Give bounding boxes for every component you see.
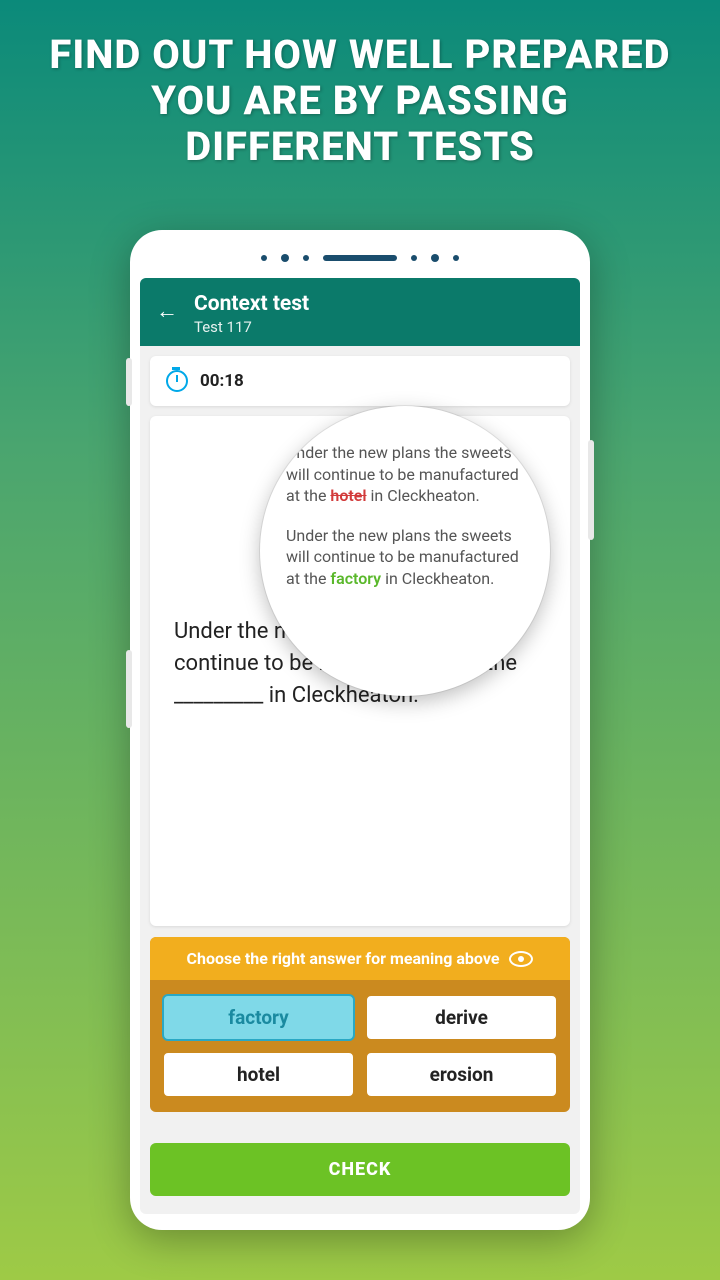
eye-icon[interactable] bbox=[509, 951, 533, 967]
magnifier-right-example: Under the new plans the sweets will cont… bbox=[286, 525, 524, 590]
option-factory[interactable]: factory bbox=[162, 994, 355, 1041]
wrong-word: hotel bbox=[330, 486, 366, 505]
options-grid: factory derive hotel erosion bbox=[150, 980, 570, 1112]
app-header: ← Context test Test 117 bbox=[140, 278, 580, 346]
phone-side-button bbox=[126, 650, 132, 728]
magnifier-overlay: Under the new plans the sweets will cont… bbox=[260, 406, 550, 696]
timer-card: 00:18 bbox=[150, 356, 570, 406]
stopwatch-icon bbox=[166, 370, 188, 392]
answer-prompt-bar: Choose the right answer for meaning abov… bbox=[150, 937, 570, 980]
back-arrow-icon[interactable]: ← bbox=[156, 298, 178, 324]
header-subtitle: Test 117 bbox=[194, 318, 309, 336]
phone-mockup: ← Context test Test 117 00:18 Under the … bbox=[130, 230, 590, 1230]
phone-side-button bbox=[126, 358, 132, 406]
right-word: factory bbox=[330, 569, 381, 588]
answer-prompt: Choose the right answer for meaning abov… bbox=[187, 949, 500, 968]
phone-screen: ← Context test Test 117 00:18 Under the … bbox=[140, 278, 580, 1214]
magnifier-wrong-example: Under the new plans the sweets will cont… bbox=[286, 442, 524, 507]
answer-section: Choose the right answer for meaning abov… bbox=[150, 937, 570, 1112]
option-derive[interactable]: derive bbox=[365, 994, 558, 1041]
phone-side-button bbox=[588, 440, 594, 540]
check-button[interactable]: CHECK bbox=[150, 1143, 570, 1196]
promo-title: FIND OUT HOW WELL PREPARED YOU ARE BY PA… bbox=[0, 0, 720, 190]
header-title: Context test bbox=[194, 292, 309, 316]
phone-notch bbox=[140, 244, 580, 272]
option-erosion[interactable]: erosion bbox=[365, 1051, 558, 1098]
timer-value: 00:18 bbox=[200, 371, 244, 391]
option-hotel[interactable]: hotel bbox=[162, 1051, 355, 1098]
